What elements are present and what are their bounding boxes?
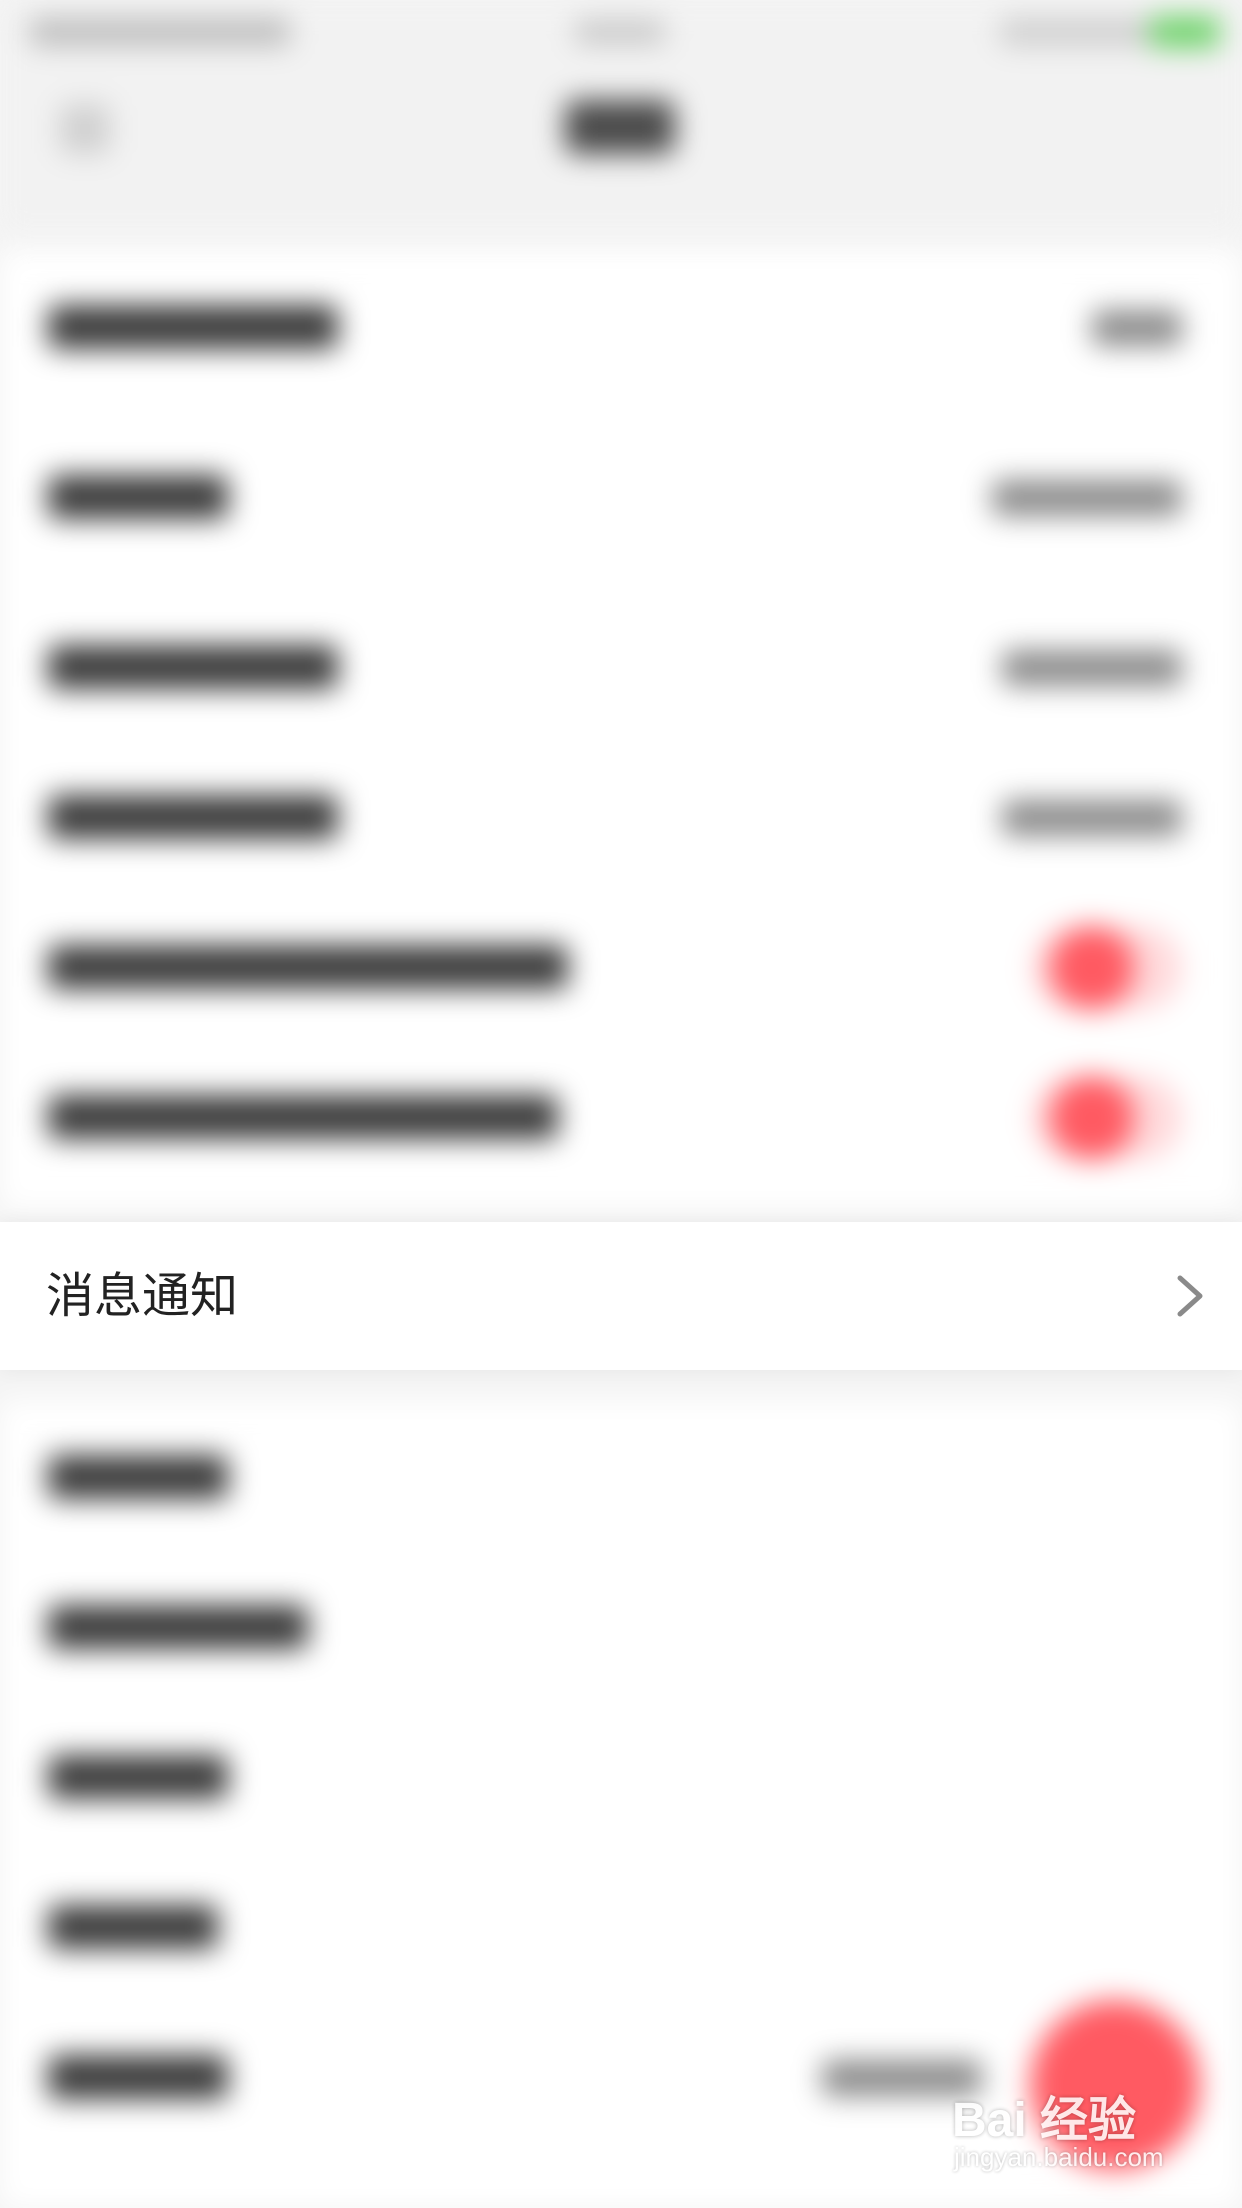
row-value xyxy=(1002,650,1182,686)
settings-row[interactable] xyxy=(0,1550,1242,1700)
settings-row[interactable] xyxy=(0,420,1242,570)
row-value xyxy=(992,480,1182,516)
blurred-background xyxy=(0,0,1242,2208)
row-label xyxy=(48,2055,228,2099)
nav-bar xyxy=(0,64,1242,234)
settings-row-toggle[interactable] xyxy=(0,890,1242,1040)
back-icon[interactable] xyxy=(60,104,110,154)
battery-icon xyxy=(1150,16,1220,48)
notifications-label: 消息通知 xyxy=(46,1268,239,1324)
nav-title xyxy=(565,100,675,154)
status-bar-left xyxy=(30,18,290,46)
watermark-url: jingyan.baidu.com xyxy=(954,2142,1164,2172)
settings-row-toggle[interactable] xyxy=(0,1040,1242,1190)
toggle-switch[interactable] xyxy=(1032,1076,1182,1160)
settings-row[interactable] xyxy=(0,1850,1242,2000)
row-value xyxy=(1092,310,1182,346)
watermark-brand: Bai 经验 xyxy=(952,2094,1137,2147)
row-label xyxy=(48,795,338,839)
row-label xyxy=(48,475,228,519)
row-label xyxy=(48,945,568,989)
row-label xyxy=(48,1455,228,1499)
settings-row-notifications[interactable]: 消息通知 xyxy=(0,1222,1242,1370)
status-bar-time xyxy=(575,20,665,44)
chevron-right-icon xyxy=(1177,1275,1203,1317)
row-label xyxy=(48,1605,308,1649)
toggle-knob xyxy=(1050,1076,1134,1160)
settings-row[interactable] xyxy=(0,1700,1242,1850)
row-label xyxy=(48,305,338,349)
baidu-jingyan-watermark: Bai 经验 jingyan.baidu.com xyxy=(952,2080,1232,2190)
settings-screen: 消息通知 Bai 经验 jingyan.baidu.com xyxy=(0,0,1242,2208)
status-bar xyxy=(0,0,1242,64)
row-label xyxy=(48,645,338,689)
status-bar-right xyxy=(1000,18,1150,46)
settings-row[interactable] xyxy=(0,250,1242,400)
settings-row[interactable] xyxy=(0,740,1242,890)
row-value xyxy=(1002,800,1182,836)
settings-row[interactable] xyxy=(0,590,1242,740)
settings-row[interactable] xyxy=(0,1400,1242,1550)
row-label xyxy=(48,1905,218,1949)
settings-group-1 xyxy=(0,250,1242,1210)
toggle-switch[interactable] xyxy=(1032,926,1182,1010)
row-label xyxy=(48,1095,558,1139)
row-label xyxy=(48,1755,228,1799)
toggle-knob xyxy=(1050,926,1134,1010)
